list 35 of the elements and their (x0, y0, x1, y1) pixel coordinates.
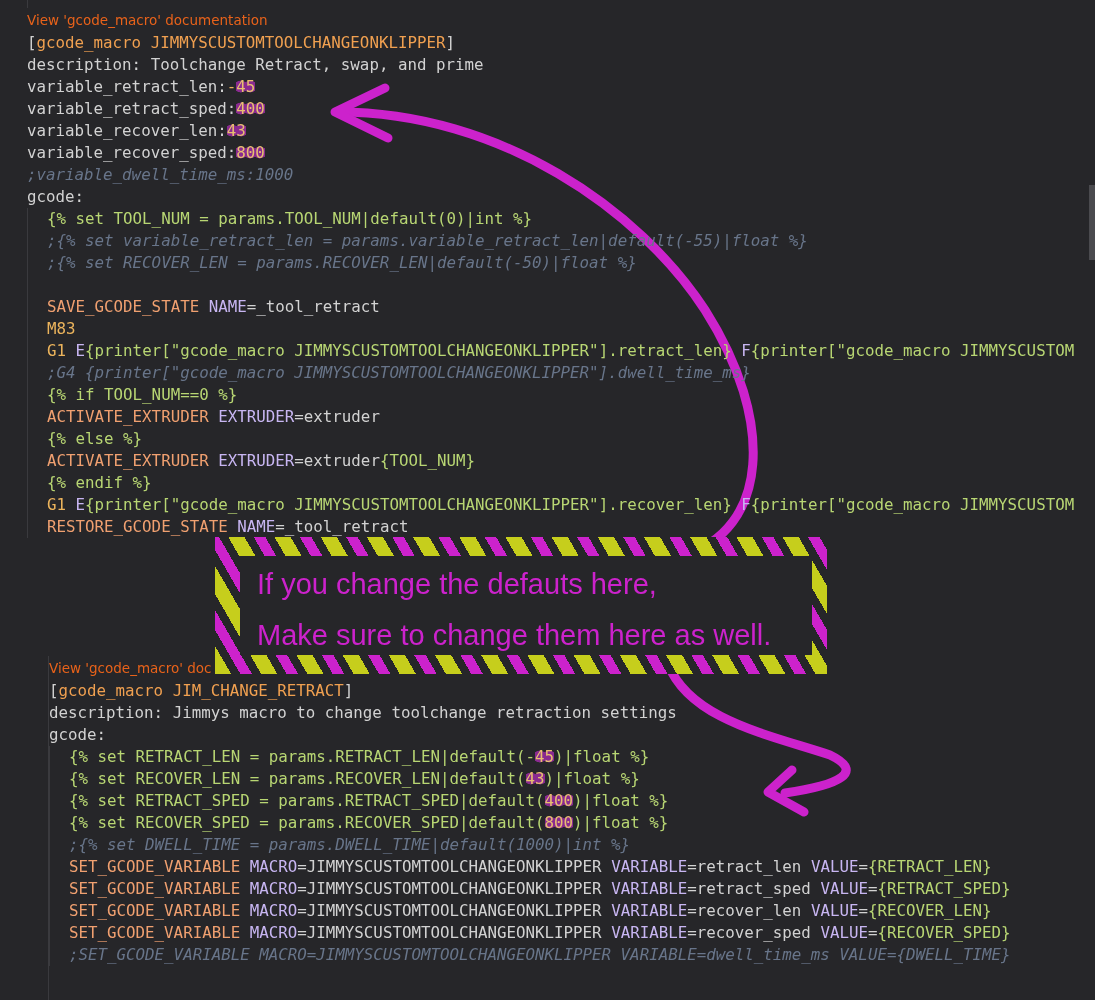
documentation-link[interactable]: View 'gcode_macro' doc (49, 657, 212, 679)
code-line: {% endif %} (47, 472, 152, 494)
code-line: variable_recover_sped:800 (27, 142, 265, 164)
code-comment: ;SET_GCODE_VARIABLE MACRO=JIMMYSCUSTOMTOOLCHANGEONKLIPPER VARIABLE=dwell_time_ms VALUE={DWELL_TIME} (69, 944, 1011, 966)
code-line: {% set RECOVER_SPED = params.RECOVER_SPED|default(800)|float %} (69, 812, 669, 834)
code-line: variable_retract_len:-45 (27, 76, 256, 98)
code-line: SET_GCODE_VARIABLE MACRO=JIMMYSCUSTOMTOOLCHANGEONKLIPPER VARIABLE=recover_sped VALUE={RECOVER_SPED} (69, 922, 1011, 944)
code-line: description: Toolchange Retract, swap, and prime (27, 54, 484, 76)
scrollbar-thumb[interactable] (1089, 185, 1095, 260)
code-line: variable_recover_len:43 (27, 120, 246, 142)
code-line: ACTIVATE_EXTRUDER EXTRUDER=extruder (47, 406, 380, 428)
code-line: {% set TOOL_NUM = params.TOOL_NUM|default(0)|int %} (47, 208, 533, 230)
code-line: {% else %} (47, 428, 143, 450)
code-comment: ;{% set RECOVER_LEN = params.RECOVER_LEN|default(-50)|float %} (47, 252, 637, 274)
code-comment: ;variable_dwell_time_ms:1000 (27, 164, 294, 186)
documentation-link[interactable]: View 'gcode_macro' documentation (27, 9, 268, 31)
code-line: gcode: (49, 724, 107, 746)
code-comment: ;{% set DWELL_TIME = params.DWELL_TIME|default(1000)|int %} (69, 834, 631, 856)
code-line: description: Jimmys macro to change toolchange retraction settings (49, 702, 677, 724)
code-line: SET_GCODE_VARIABLE MACRO=JIMMYSCUSTOMTOOLCHANGEONKLIPPER VARIABLE=recover_len VALUE={RECOVER_LEN} (69, 900, 992, 922)
code-line: [gcode_macro JIM_CHANGE_RETRACT] (49, 680, 354, 702)
code-line: SET_GCODE_VARIABLE MACRO=JIMMYSCUSTOMTOOLCHANGEONKLIPPER VARIABLE=retract_sped VALUE={RETRACT_SPED} (69, 878, 1011, 900)
code-line: SAVE_GCODE_STATE NAME=_tool_retract (47, 296, 380, 318)
code-line: gcode: (27, 186, 85, 208)
code-line: [gcode_macro JIMMYSCUSTOMTOOLCHANGEONKLIPPER] (27, 32, 455, 54)
code-line: {% if TOOL_NUM==0 %} (47, 384, 238, 406)
code-line: {% set RETRACT_SPED = params.RETRACT_SPED|default(400)|float %} (69, 790, 669, 812)
callout-text: Make sure to change them here as well. (257, 618, 772, 653)
code-line: variable_retract_sped:400 (27, 98, 265, 120)
code-line: ACTIVATE_EXTRUDER EXTRUDER=extruder{TOOL_NUM} (47, 450, 475, 472)
code-line: M83 (47, 318, 76, 340)
code-line: {% set RECOVER_LEN = params.RECOVER_LEN|default(43)|float %} (69, 768, 640, 790)
code-line: RESTORE_GCODE_STATE NAME=_tool_retract (47, 516, 409, 538)
callout-text: If you change the defauts here, (257, 567, 657, 602)
code-line: SET_GCODE_VARIABLE MACRO=JIMMYSCUSTOMTOOLCHANGEONKLIPPER VARIABLE=retract_len VALUE={RETRACT_LEN} (69, 856, 992, 878)
